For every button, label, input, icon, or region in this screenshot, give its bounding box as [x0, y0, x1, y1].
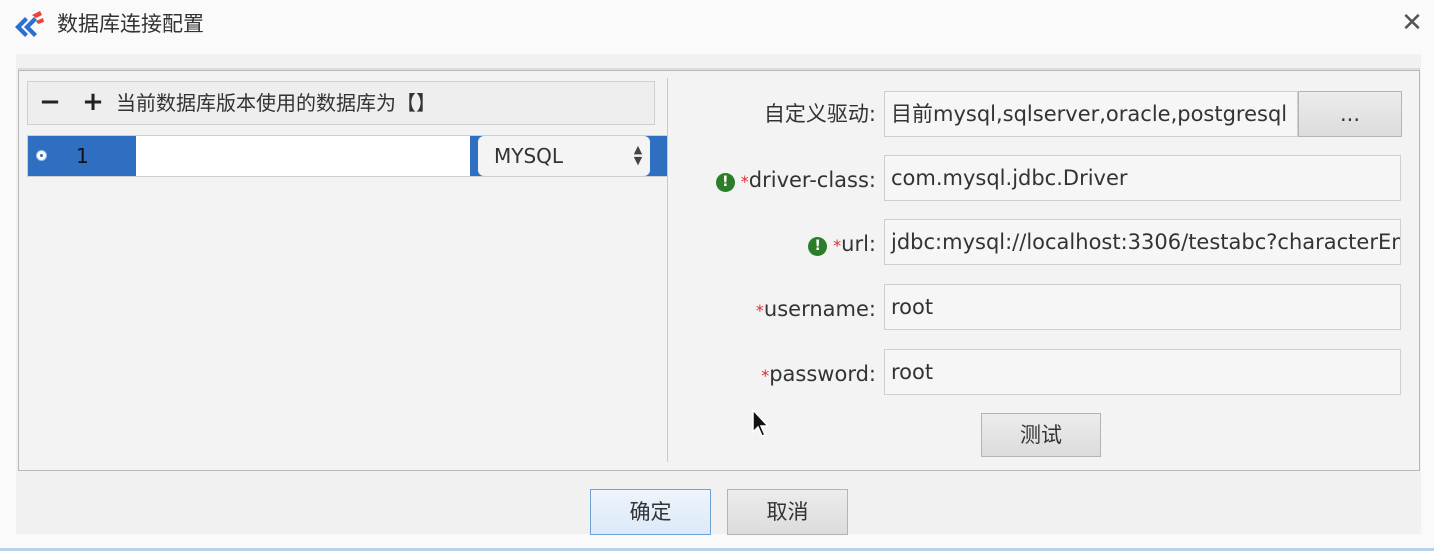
- username-field[interactable]: root: [884, 284, 1401, 330]
- select-arrows-icon: ▲ ▼: [633, 143, 643, 167]
- warning-icon: !: [808, 237, 828, 256]
- test-connection-button[interactable]: 测试: [981, 413, 1101, 457]
- browse-driver-button[interactable]: ...: [1298, 91, 1402, 137]
- password-field[interactable]: root: [884, 349, 1401, 395]
- ok-button[interactable]: 确定: [590, 489, 711, 535]
- password-label: *password:: [761, 362, 876, 386]
- add-db-button[interactable]: +: [80, 87, 106, 117]
- db-type-select[interactable]: MYSQL ▲ ▼: [470, 136, 668, 176]
- driver-class-field[interactable]: com.mysql.jdbc.Driver: [884, 155, 1401, 201]
- app-logo-icon: [15, 11, 44, 37]
- db-list-row[interactable]: 1 MYSQL ▲ ▼: [27, 135, 668, 177]
- url-field[interactable]: jdbc:mysql://localhost:3306/testabc?char…: [884, 219, 1401, 265]
- required-mark: *: [740, 172, 749, 191]
- required-mark: *: [833, 236, 842, 255]
- db-type-select-box[interactable]: MYSQL ▲ ▼: [478, 136, 650, 176]
- mouse-cursor-icon: [752, 408, 770, 437]
- db-type-value: MYSQL: [494, 144, 564, 168]
- radio-selected-icon: [36, 150, 47, 161]
- url-label: ! *url:: [690, 230, 876, 260]
- close-icon[interactable]: ✕: [1398, 8, 1426, 38]
- row-name-field[interactable]: [136, 136, 470, 176]
- driver-class-label: ! *driver-class:: [690, 166, 876, 196]
- db-connection-dialog: 数据库连接配置 ✕ − + 当前数据库版本使用的数据库为【】 1 MYSQL ▲…: [0, 0, 1434, 551]
- panel-divider: [667, 78, 668, 462]
- title-bar: 数据库连接配置 ✕: [0, 0, 1434, 50]
- remove-db-button[interactable]: −: [37, 87, 63, 117]
- required-mark: *: [755, 301, 764, 320]
- username-label: *username:: [755, 297, 876, 321]
- cancel-button[interactable]: 取消: [727, 489, 848, 535]
- db-version-text: 当前数据库版本使用的数据库为【】: [116, 91, 436, 115]
- driver-label: 自定义驱动:: [763, 102, 876, 126]
- driver-field[interactable]: 目前mysql,sqlserver,oracle,postgresql: [884, 91, 1298, 137]
- db-list-toolbar: − + 当前数据库版本使用的数据库为【】: [27, 81, 655, 125]
- warning-icon: !: [715, 173, 735, 192]
- row-radio[interactable]: [28, 136, 56, 176]
- row-index: 1: [56, 136, 136, 176]
- dialog-title: 数据库连接配置: [57, 12, 204, 36]
